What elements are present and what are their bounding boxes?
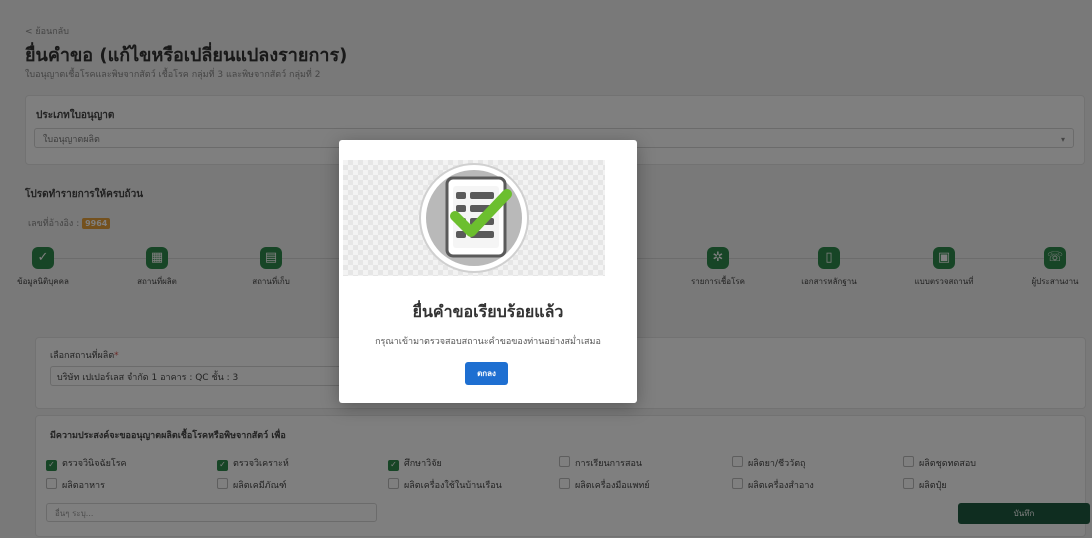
document-check-icon bbox=[419, 163, 529, 273]
success-illustration bbox=[343, 160, 605, 276]
success-modal: ยื่นคำขอเรียบร้อยแล้ว กรุณาเข้ามาตรวจสอบ… bbox=[339, 140, 637, 403]
ok-button[interactable]: ตกลง bbox=[465, 362, 508, 385]
modal-title: ยื่นคำขอเรียบร้อยแล้ว bbox=[412, 302, 564, 321]
modal-message: กรุณาเข้ามาตรวจสอบสถานะคำขอของท่านอย่างส… bbox=[375, 337, 601, 347]
